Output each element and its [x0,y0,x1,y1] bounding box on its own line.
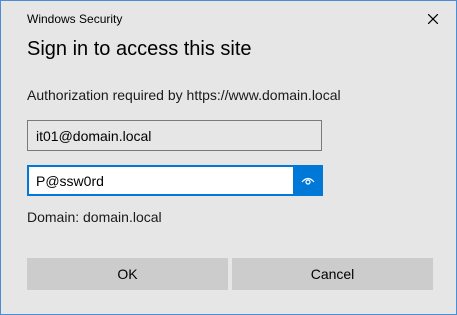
domain-label: Domain: domain.local [27,209,162,225]
authorization-message: Authorization required by https://www.do… [27,87,341,103]
password-field[interactable] [27,165,293,196]
reveal-password-button[interactable] [293,165,323,196]
window-title: Windows Security [27,12,123,26]
close-button[interactable] [410,1,456,37]
title-bar: Windows Security [1,1,456,37]
username-field[interactable] [27,120,322,151]
ok-button[interactable]: OK [27,258,228,290]
password-field-group [27,165,323,196]
close-icon [428,14,438,24]
eye-icon [301,177,315,185]
windows-security-dialog: Windows Security Sign in to access this … [0,0,457,315]
dialog-heading: Sign in to access this site [27,38,252,60]
cancel-button[interactable]: Cancel [232,258,433,290]
